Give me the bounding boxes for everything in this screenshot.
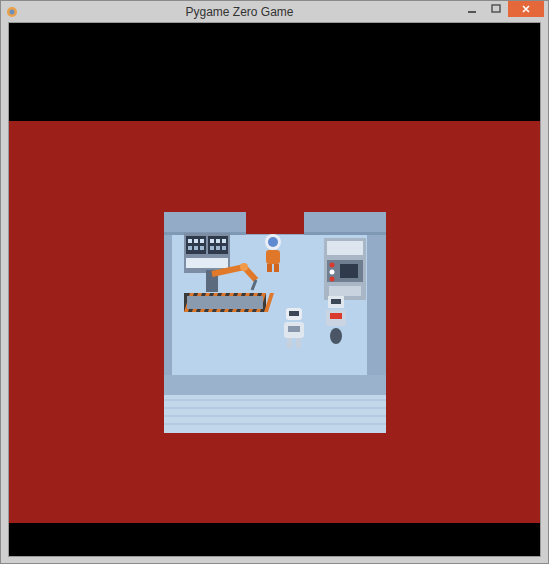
computer-console [184, 233, 230, 273]
room-map [164, 212, 386, 433]
maximize-button[interactable] [484, 1, 508, 17]
doorway [246, 212, 304, 234]
robot [284, 308, 304, 348]
close-icon [521, 4, 531, 14]
conveyor-belt [184, 293, 274, 312]
bottom-margin [9, 523, 540, 556]
control-machine [324, 238, 366, 300]
maximize-icon [491, 4, 501, 14]
game-window: Pygame Zero Game [0, 0, 549, 564]
robot [326, 296, 346, 344]
title-bar[interactable]: Pygame Zero Game [1, 1, 548, 22]
minimize-icon [467, 4, 477, 14]
game-canvas[interactable] [8, 22, 541, 557]
astronaut [265, 234, 281, 272]
window-title: Pygame Zero Game [19, 5, 460, 19]
minimize-button[interactable] [460, 1, 484, 17]
robot-arm [206, 263, 256, 292]
window-controls [460, 1, 544, 17]
close-button[interactable] [508, 1, 544, 17]
top-margin [9, 23, 540, 121]
play-area [9, 121, 540, 523]
pygame-icon [5, 5, 19, 19]
